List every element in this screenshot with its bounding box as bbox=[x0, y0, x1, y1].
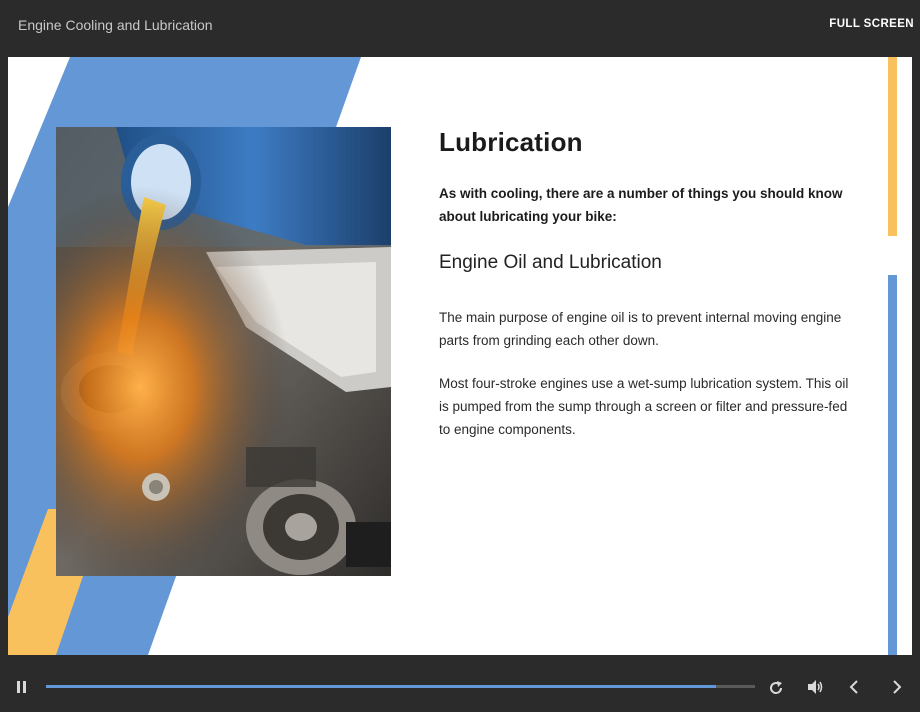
replay-icon bbox=[770, 681, 783, 694]
slide-content: Lubrication As with cooling, there are a… bbox=[439, 127, 859, 441]
previous-slide-button[interactable] bbox=[846, 678, 862, 696]
pause-icon-bar bbox=[23, 681, 26, 693]
volume-icon bbox=[808, 680, 823, 694]
accent-bar-blue bbox=[888, 275, 897, 655]
slide-canvas: Lubrication As with cooling, there are a… bbox=[8, 57, 912, 655]
oil-pouring-photo bbox=[56, 127, 391, 576]
section-subheading: Engine Oil and Lubrication bbox=[439, 252, 662, 273]
full-screen-button[interactable]: FULL SCREEN bbox=[829, 18, 914, 30]
top-bar: Engine Cooling and Lubrication FULL SCRE… bbox=[0, 0, 920, 52]
paragraph: Most four-stroke engines use a wet-sump … bbox=[439, 376, 849, 437]
pause-icon bbox=[17, 681, 20, 693]
player-controls bbox=[0, 663, 920, 712]
pause-button[interactable] bbox=[14, 679, 28, 695]
chevron-right-icon bbox=[893, 680, 902, 694]
slide-heading: Lubrication bbox=[439, 127, 583, 157]
intro-text: As with cooling, there are a number of t… bbox=[439, 186, 843, 224]
progress-bar[interactable] bbox=[46, 685, 755, 688]
replay-button[interactable] bbox=[767, 679, 785, 697]
volume-button[interactable] bbox=[806, 678, 824, 696]
accent-bar-yellow bbox=[888, 57, 897, 236]
chevron-left-icon bbox=[849, 680, 858, 694]
next-slide-button[interactable] bbox=[889, 678, 905, 696]
course-title: Engine Cooling and Lubrication bbox=[18, 17, 213, 33]
progress-fill bbox=[46, 685, 716, 688]
paragraph: The main purpose of engine oil is to pre… bbox=[439, 310, 842, 348]
